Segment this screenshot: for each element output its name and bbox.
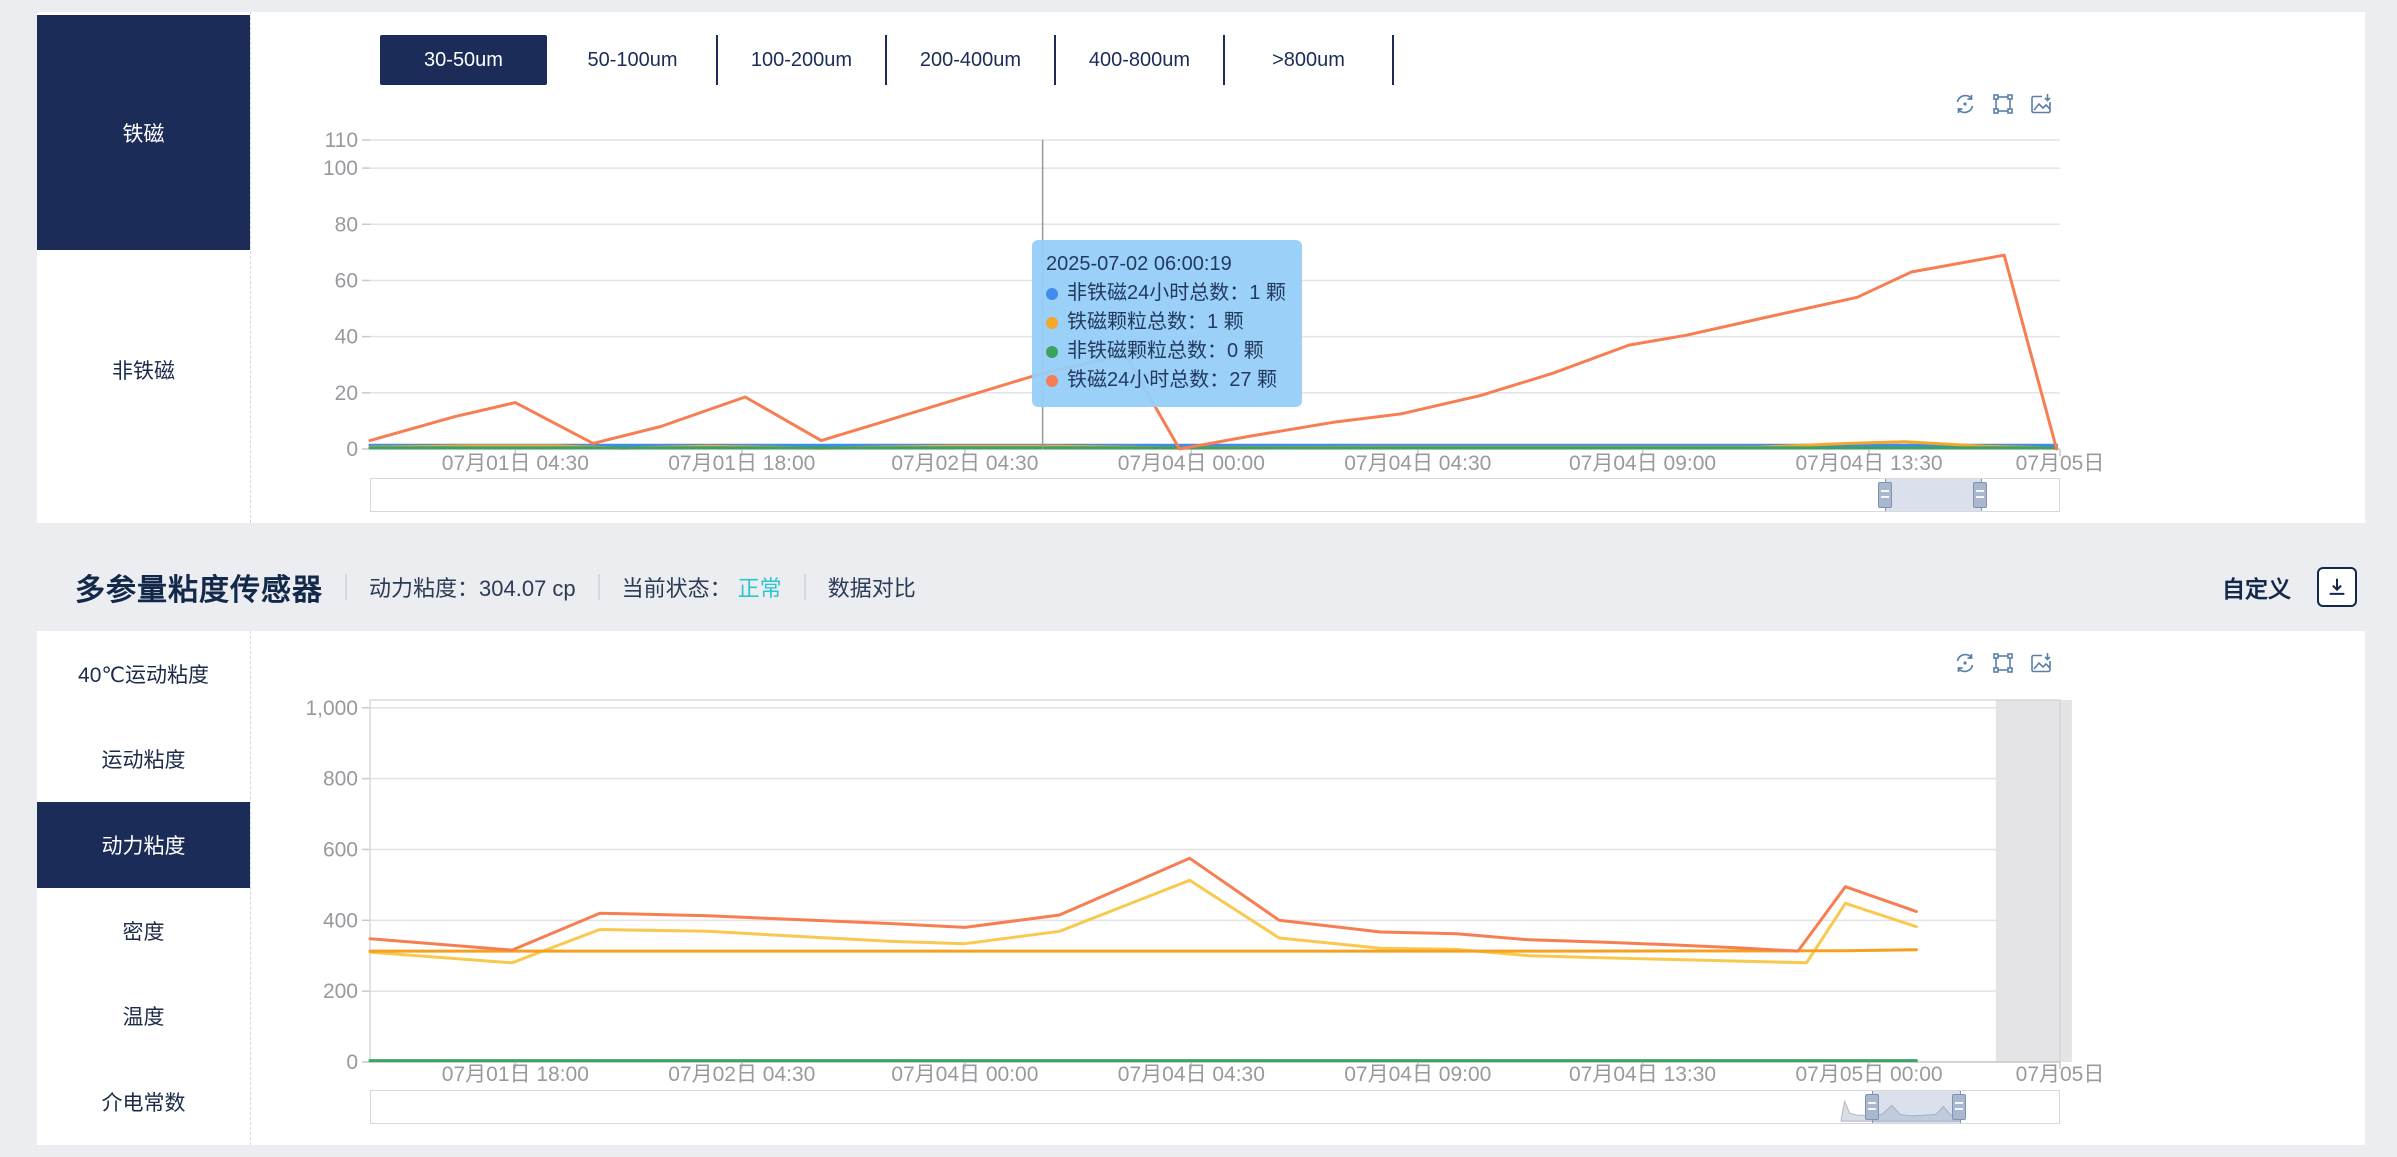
svg-text:100: 100 — [323, 157, 358, 180]
header-separator — [803, 574, 806, 600]
status-badge: 正常 — [737, 576, 782, 601]
svg-text:0: 0 — [346, 438, 358, 461]
download-icon — [2329, 578, 2345, 595]
svg-text:07月04日 00:00: 07月04日 00:00 — [891, 1063, 1038, 1086]
svg-text:07月04日 04:30: 07月04日 04:30 — [1344, 452, 1491, 475]
datazoom-handle-left[interactable] — [1878, 482, 1893, 508]
dashboard-page: 铁磁 非铁磁 30-50um 50-100um 100-200um 200-400um 4… — [0, 0, 2397, 1157]
datazoom-window[interactable] — [1885, 479, 1982, 511]
svg-text:07月02日 04:30: 07月02日 04:30 — [668, 1063, 815, 1086]
svg-text:40: 40 — [335, 326, 358, 349]
status-readout: 当前状态： 正常 — [621, 576, 782, 601]
series-line — [368, 856, 1918, 953]
datazoom-handle-left[interactable] — [1864, 1094, 1879, 1120]
svg-text:07月01日 04:30: 07月01日 04:30 — [442, 452, 589, 475]
header-separator — [597, 574, 600, 600]
svg-text:07月01日 18:00: 07月01日 18:00 — [668, 452, 815, 475]
series-line — [368, 948, 1918, 953]
viscosity-chart[interactable]: 0 200 400 600 800 1,000 07月01日 18:00 07月02日 04:… — [37, 631, 2365, 1145]
svg-text:07月04日 13:30: 07月04日 13:30 — [1795, 452, 1942, 475]
svg-text:200: 200 — [323, 980, 358, 1003]
datazoom-slider[interactable] — [370, 1090, 2060, 1124]
datazoom-handle-right[interactable] — [1952, 1094, 1967, 1120]
svg-text:60: 60 — [335, 269, 358, 292]
metric-readout: 动力粘度：304.07 cp — [369, 576, 576, 601]
svg-text:110: 110 — [325, 129, 358, 152]
viscosity-sensor-panel: 40℃运动粘度 运动粘度 动力粘度 密度 温度 介电常数 0 200 400 6… — [37, 631, 2365, 1145]
svg-text:800: 800 — [323, 768, 358, 791]
svg-text:80: 80 — [335, 213, 358, 236]
svg-text:1,000: 1,000 — [305, 697, 358, 720]
svg-text:07月05日: 07月05日 — [2016, 452, 2105, 475]
header-separator — [345, 574, 347, 600]
svg-text:07月04日 13:30: 07月04日 13:30 — [1569, 1063, 1716, 1086]
particle-counter-panel: 铁磁 非铁磁 30-50um 50-100um 100-200um 200-400um 4… — [37, 12, 2365, 523]
svg-text:07月02日 04:30: 07月02日 04:30 — [891, 452, 1038, 475]
section-title: 多参量粘度传感器 — [75, 574, 323, 607]
data-compare-link[interactable]: 数据对比 — [828, 571, 916, 603]
svg-text:07月04日 00:00: 07月04日 00:00 — [1118, 452, 1265, 475]
datazoom-slider[interactable] — [370, 478, 2060, 512]
datazoom-window[interactable] — [1871, 1091, 1962, 1123]
svg-text:07月05日: 07月05日 — [2016, 1063, 2105, 1086]
svg-text:0: 0 — [346, 1051, 358, 1074]
svg-text:07月04日 09:00: 07月04日 09:00 — [1569, 452, 1716, 475]
svg-text:07月04日 09:00: 07月04日 09:00 — [1344, 1063, 1491, 1086]
particle-count-chart[interactable]: 0 20 40 60 80 100 110 07月01日 04:30 07月01日 18:00 0… — [37, 12, 2365, 523]
svg-text:07月05日 00:00: 07月05日 00:00 — [1795, 1063, 1942, 1086]
svg-text:20: 20 — [335, 382, 358, 405]
series-line — [368, 253, 2059, 451]
svg-text:400: 400 — [323, 909, 358, 932]
svg-text:07月04日 04:30: 07月04日 04:30 — [1118, 1063, 1265, 1086]
svg-text:07月01日 18:00: 07月01日 18:00 — [442, 1063, 589, 1086]
custom-range-button[interactable]: 自定义 — [2222, 570, 2291, 604]
datazoom-handle-right[interactable] — [1972, 482, 1987, 508]
svg-text:600: 600 — [323, 838, 358, 861]
export-button[interactable] — [2317, 567, 2357, 607]
viscosity-section-header: 多参量粘度传感器 动力粘度：304.07 cp 当前状态： 正常 数据对比 自定义 — [75, 556, 2357, 618]
